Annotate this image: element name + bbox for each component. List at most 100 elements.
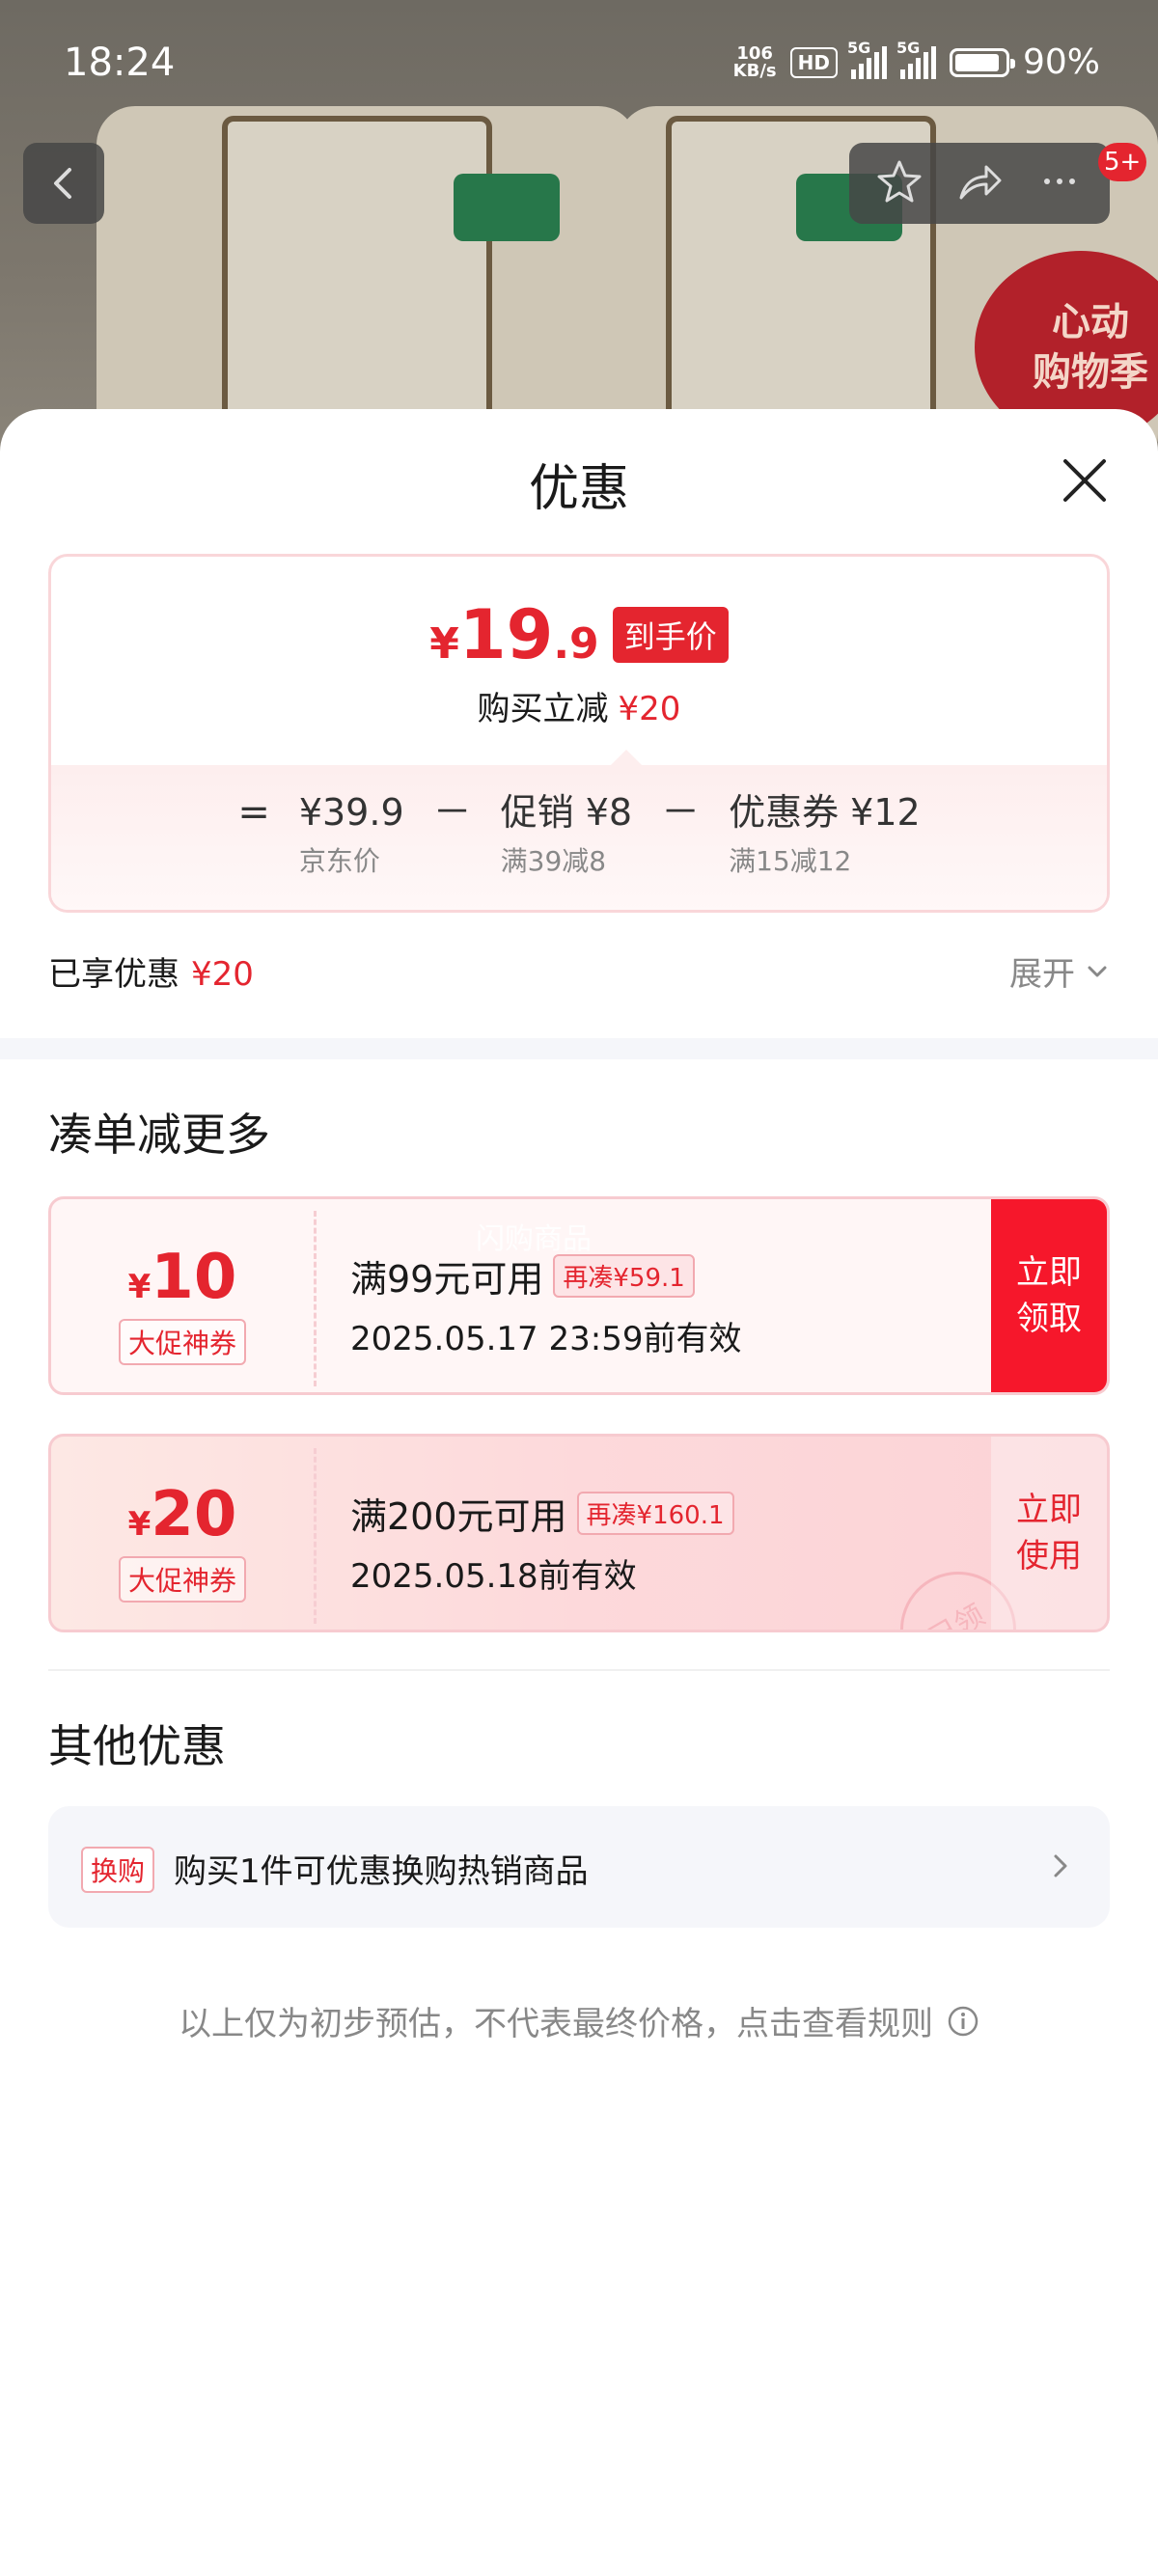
term-sub: 满39减8	[500, 845, 607, 877]
chevron-down-icon	[1088, 966, 1107, 976]
swap-tag: 换购	[81, 1847, 155, 1893]
coupon-value-area: ¥ 20 大促神券	[51, 1437, 314, 1630]
coupon-amount: ¥ 10	[51, 1242, 314, 1313]
chevron-right-icon	[1054, 1854, 1067, 1877]
button-line1: 立即	[1016, 1491, 1082, 1529]
coupon-type-label: 大促神券	[118, 1556, 246, 1603]
signal-icon-2: 5G	[896, 39, 936, 79]
signal-label-2: 5G	[896, 38, 921, 57]
coupon-type-label: 大促神券	[118, 1319, 246, 1365]
term-main: 促销 ¥8	[500, 791, 633, 834]
term-sub: 满15减12	[729, 845, 852, 877]
coupon-condition: 满99元可用	[350, 1258, 544, 1301]
price-integer: 19	[458, 595, 554, 674]
rules-footnote[interactable]: 以上仅为初步预估，不代表最终价格，点击查看规则	[0, 1997, 1158, 2044]
button-line1: 立即	[1016, 1253, 1082, 1292]
coupon-validity: 2025.05.17 23:59前有效	[350, 1320, 742, 1358]
price-decimal: .9	[553, 619, 599, 669]
minus-sign: －	[432, 790, 472, 835]
coupon-condition: 满200元可用	[350, 1495, 567, 1538]
final-price: ¥ 19 .9 到手价	[51, 595, 1107, 674]
formula-term-promotion: 促销 ¥8 满39减8	[501, 790, 632, 879]
product-bag-label-left	[222, 116, 492, 453]
enjoyed-label: 已享优惠	[48, 955, 179, 994]
formula-term-original: ¥39.9 京东价	[299, 790, 404, 879]
coupon-card: ¥ 10 大促神券 闪购商品 满99元可用 再凑¥59.1 2025.05.17…	[48, 1196, 1110, 1395]
purchase-reduction: 购买立减 ¥20	[51, 682, 1107, 729]
final-price-area: ¥ 19 .9 到手价 购买立减 ¥20	[51, 557, 1107, 765]
term-main: ¥39.9	[298, 791, 404, 834]
signal-label: 5G	[846, 38, 871, 57]
coupon-validity: 2025.05.18前有效	[350, 1557, 637, 1596]
status-indicators: 106 KB/s HD 5G 5G 90%	[732, 39, 1100, 83]
signal-icon: 5G	[847, 39, 887, 79]
status-bar: 18:24 106 KB/s HD 5G 5G 90%	[0, 0, 1158, 125]
reduction-label: 购买立减	[477, 690, 609, 728]
cart-count-badge: 5+	[1098, 143, 1147, 181]
hd-voice-icon: HD	[789, 46, 838, 78]
share-button[interactable]	[955, 157, 1004, 209]
term-sub: 京东价	[298, 845, 380, 877]
equals-sign: =	[237, 790, 270, 835]
price-formula-area: = ¥39.9 京东价 － 促销 ¥8 满39减8 － 优惠券 ¥12 满15减…	[51, 750, 1107, 910]
coupon-separator	[314, 1211, 317, 1386]
button-line2: 领取	[1016, 1300, 1082, 1338]
price-currency: ¥	[429, 619, 459, 669]
other-section-title: 其他优惠	[48, 1720, 226, 1772]
coupon-details: 满99元可用 再凑¥59.1 2025.05.17 23:59前有效	[350, 1249, 741, 1359]
network-speed-value: 106	[736, 42, 773, 64]
section-divider	[0, 1038, 1158, 1059]
product-bag-logo-left	[454, 174, 560, 241]
trade-in-offer-row[interactable]: 换购 购买1件可优惠换购热销商品	[48, 1806, 1110, 1928]
status-time: 18:24	[64, 41, 176, 85]
chevron-left-icon	[54, 168, 71, 199]
coupon-condition-row: 满200元可用 再凑¥160.1	[350, 1487, 734, 1540]
nav-actions	[849, 143, 1110, 224]
coupon-separator	[314, 1448, 317, 1624]
enjoyed-discount: 已享优惠 ¥20	[48, 947, 254, 995]
more-button[interactable]	[1035, 157, 1084, 209]
button-line2: 使用	[1016, 1537, 1082, 1576]
network-speed: 106 KB/s	[732, 42, 777, 81]
network-speed-unit: KB/s	[732, 60, 777, 81]
minus-sign: －	[661, 790, 701, 835]
coupon-amount: ¥ 20	[51, 1479, 314, 1550]
coupon-remaining: 再凑¥59.1	[553, 1254, 695, 1298]
promo-line1: 心动	[1052, 300, 1129, 344]
reduction-value: ¥20	[618, 690, 681, 728]
price-breakdown-card: ¥ 19 .9 到手价 购买立减¥20 = ¥39.9 京东价 － 促销 ¥8	[48, 554, 1110, 913]
formula-term-coupon: 优惠券 ¥12 满15减12	[729, 790, 921, 879]
claim-coupon-button[interactable]: 立即 领取	[991, 1199, 1107, 1392]
close-button[interactable]	[1056, 452, 1114, 509]
coupon-yen: ¥	[127, 1505, 152, 1544]
close-icon	[1063, 459, 1106, 502]
expand-button[interactable]: 展开	[1009, 947, 1110, 995]
favorite-button[interactable]	[875, 157, 924, 209]
coupon-yen: ¥	[127, 1268, 152, 1306]
enjoyed-value: ¥20	[191, 955, 254, 994]
info-icon	[948, 2006, 979, 2036]
coupon-card: ¥ 20 大促神券 满200元可用 再凑¥160.1 2025.05.18前有效…	[48, 1434, 1110, 1632]
more-icon	[1044, 178, 1076, 184]
coupon-condition-row: 满99元可用 再凑¥59.1	[350, 1249, 741, 1302]
expand-label: 展开	[1009, 955, 1075, 994]
term-main: 优惠券 ¥12	[729, 791, 921, 834]
battery-fill	[954, 53, 999, 71]
trade-in-offer-text: 购买1件可优惠换购热销商品	[174, 1852, 589, 1891]
sheet-title: 优惠	[528, 460, 629, 518]
footnote-text: 以上仅为初步预估，不代表最终价格，点击查看规则	[179, 2005, 933, 2043]
final-price-tag: 到手价	[612, 607, 729, 663]
star-icon	[877, 160, 922, 203]
coupon-value: 20	[151, 1479, 237, 1550]
caret-pointer	[611, 750, 642, 765]
coupon-value: 10	[151, 1242, 237, 1313]
coupon-details: 满200元可用 再凑¥160.1 2025.05.18前有效	[350, 1487, 734, 1597]
divider	[48, 1669, 1110, 1671]
promo-line2: 购物季	[1033, 350, 1148, 395]
more-section-title: 凑单减更多	[48, 1109, 270, 1161]
coupon-remaining: 再凑¥160.1	[576, 1492, 734, 1535]
price-formula: = ¥39.9 京东价 － 促销 ¥8 满39减8 － 优惠券 ¥12 满15减…	[51, 790, 1107, 879]
coupon-value-area: ¥ 10 大促神券	[51, 1199, 314, 1392]
use-coupon-button[interactable]: 立即 使用	[991, 1437, 1107, 1630]
back-button[interactable]	[23, 143, 104, 224]
